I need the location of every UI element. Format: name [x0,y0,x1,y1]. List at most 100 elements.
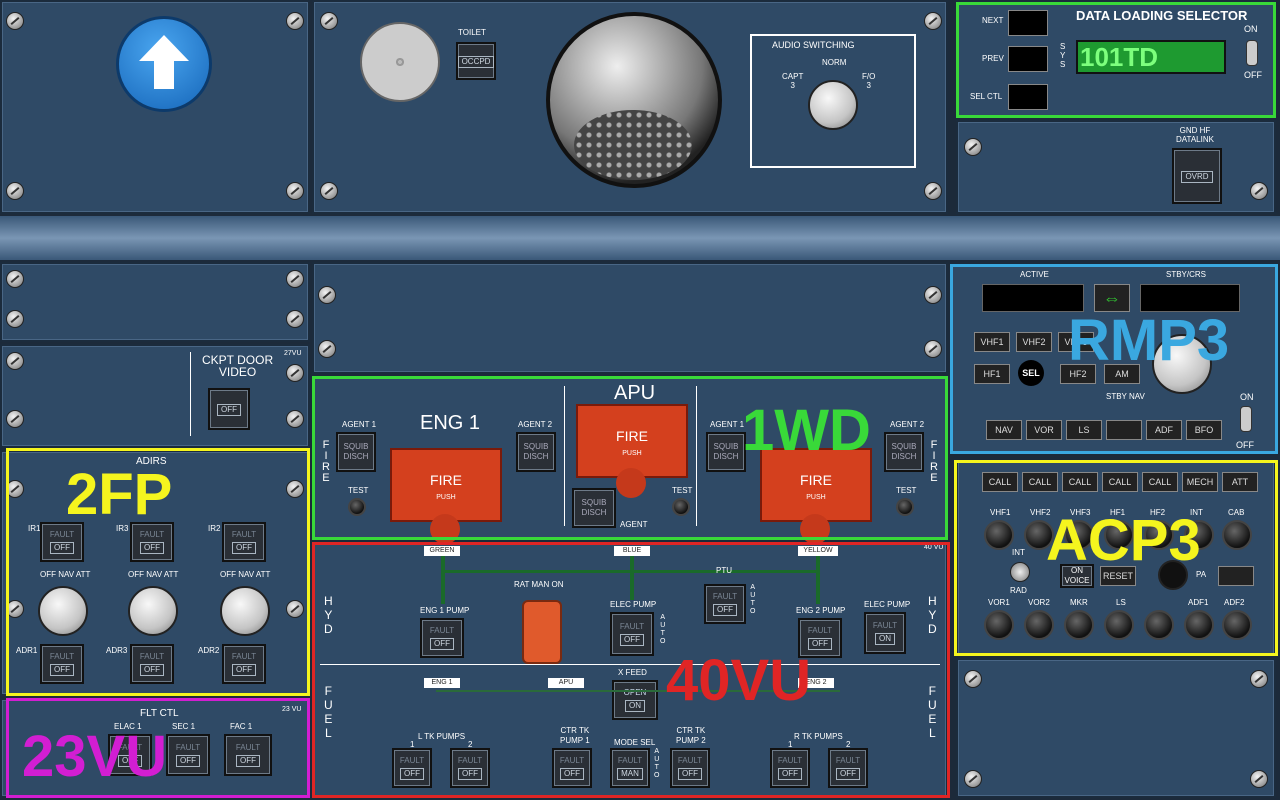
fac1-button[interactable]: FAULT OFF [224,734,272,776]
rmp-blank-button[interactable] [1106,420,1142,440]
acp-pa-button[interactable] [1218,566,1254,586]
rmp-vhf2-button[interactable]: VHF2 [1016,332,1052,352]
acp-blank-knob[interactable] [1144,610,1174,640]
dls-next-button[interactable] [1008,10,1048,36]
acp-adf1-knob[interactable] [1184,610,1214,640]
acp-call-2[interactable]: CALL [1022,472,1058,492]
rmp-hf1-button[interactable]: HF1 [974,364,1010,384]
yellow-elec-pump-label: ELEC PUMP [864,600,911,609]
apu-agent-button[interactable]: SQUIB DISCH [572,488,616,528]
toilet-label: TOILET [458,28,486,37]
blue-auto: A U T O [660,614,666,645]
dls-selctl-button[interactable] [1008,84,1048,110]
eng1-test-label: TEST [348,486,369,495]
acp-mkr-knob[interactable] [1064,610,1094,640]
acp-vhf1-knob[interactable] [984,520,1014,550]
ckpt-video-off-button[interactable]: OFF [208,388,250,430]
ctr-pump1-button[interactable]: FAULT OFF [552,748,592,788]
rmp-bfo-button[interactable]: BFO [1186,420,1222,440]
acp-mkr-label: MKR [1070,598,1088,607]
ir2-mode-knob[interactable] [220,586,270,636]
acp-call-5[interactable]: CALL [1142,472,1178,492]
acp-cab-label: CAB [1228,508,1245,517]
eng1-fire-handle[interactable]: FIRE PUSH [390,448,502,522]
rmp-ls-button[interactable]: LS [1066,420,1102,440]
eng2-agent1-button[interactable]: SQUIB DISCH [706,432,746,472]
ir1-button[interactable]: FAULT OFF [40,522,84,562]
audio-switching-knob[interactable] [808,80,858,130]
audio-capt-label: CAPT 3 [782,72,804,90]
dls-prev-button[interactable] [1008,46,1048,72]
mode-sel-button[interactable]: FAULT MAN [610,748,650,788]
xfeed-button[interactable]: OPEN ON [612,680,658,720]
gnd-hf-title: GND HF DATALINK [1176,126,1214,144]
gnd-hf-ovrd-button[interactable]: OVRD [1172,148,1222,204]
eng1-pump-button[interactable]: FAULT OFF [420,618,464,658]
ir2-button[interactable]: FAULT OFF [222,522,266,562]
eng2-test-label: TEST [896,486,917,495]
dls-off-label: OFF [1244,70,1262,80]
acp-adf2-knob[interactable] [1222,610,1252,640]
yellow-elec-pump-button[interactable]: FAULT ON [864,612,906,654]
apu-fire-handle[interactable]: FIRE PUSH [576,404,688,478]
fuel-side-right: F U E L [928,684,937,740]
ltk-pump1-button[interactable]: FAULT OFF [392,748,432,788]
adr3-button[interactable]: FAULT OFF [130,644,174,684]
audio-switching-title: AUDIO SWITCHING [772,40,855,50]
rmp-vhf1-button[interactable]: VHF1 [974,332,1010,352]
apu-agent-label: AGENT [620,520,648,529]
acp-vor1-knob[interactable] [984,610,1014,640]
rmp-power-toggle[interactable] [1240,406,1252,432]
eng1-agent2-label: AGENT 2 [518,420,553,429]
blue-elec-pump-button[interactable]: FAULT OFF [610,612,654,656]
rtk-pump1-button[interactable]: FAULT OFF [770,748,810,788]
acp-intl-label: INT [1012,548,1025,557]
apu-test-button[interactable] [672,498,690,516]
acp-vhf1-label: VHF1 [990,508,1011,517]
toilet-occpd-button[interactable]: OCCPD [456,42,496,80]
acp-vor2-knob[interactable] [1024,610,1054,640]
acp-cab-knob[interactable] [1222,520,1252,550]
sec1-button[interactable]: FAULT OFF [166,734,210,776]
1wd-tag: 1WD [742,398,871,463]
acp-rad-label: RAD [1010,586,1027,595]
acp-att[interactable]: ATT [1222,472,1258,492]
fac-label: FAC 1 [230,722,253,731]
rat-guard[interactable] [522,600,562,664]
ir3-button[interactable]: FAULT OFF [130,522,174,562]
eng2-agent2-button[interactable]: SQUIB DISCH [884,432,924,472]
ptu-button[interactable]: FAULT OFF [704,584,746,624]
eng1-test-button[interactable] [348,498,366,516]
up-arrow-button[interactable] [116,16,212,112]
acp-call-3[interactable]: CALL [1062,472,1098,492]
ir3-mode-knob[interactable] [128,586,178,636]
eng2-test-button[interactable] [896,498,914,516]
ir1-mode-label: OFF NAV ATT [40,570,91,579]
eng1-agent1-button[interactable]: SQUIB DISCH [336,432,376,472]
blank-left-panel [0,262,310,342]
rtk-pump2-button[interactable]: FAULT OFF [828,748,868,788]
dls-power-toggle[interactable] [1246,40,1258,66]
rmp-vor-button[interactable]: VOR [1026,420,1062,440]
bottom-right-blank-panel [956,658,1276,798]
adr2-button[interactable]: FAULT OFF [222,644,266,684]
ir3-mode-label: OFF NAV ATT [128,570,179,579]
mode-auto: A U T O [654,748,660,779]
acp-int-rad-switch[interactable] [1010,562,1030,582]
rmp-adf-button[interactable]: ADF [1146,420,1182,440]
40vu-tag: 40VU [666,648,812,713]
acp-ls-knob[interactable] [1104,610,1134,640]
r-tk-pumps-label: R TK PUMPS [794,732,843,741]
acp-call-4[interactable]: CALL [1102,472,1138,492]
ir1-mode-knob[interactable] [38,586,88,636]
acp-mech[interactable]: MECH [1182,472,1218,492]
ltk-pump2-button[interactable]: FAULT OFF [450,748,490,788]
dls-on-label: ON [1244,24,1258,34]
acp-call-1[interactable]: CALL [982,472,1018,492]
ctr-pump2-button[interactable]: FAULT OFF [670,748,710,788]
adr1-button[interactable]: FAULT OFF [40,644,84,684]
rmp-off-label: OFF [1236,440,1254,450]
eng1-agent2-button[interactable]: SQUIB DISCH [516,432,556,472]
dls-display: 101TD [1076,40,1226,74]
rmp-nav-button[interactable]: NAV [986,420,1022,440]
